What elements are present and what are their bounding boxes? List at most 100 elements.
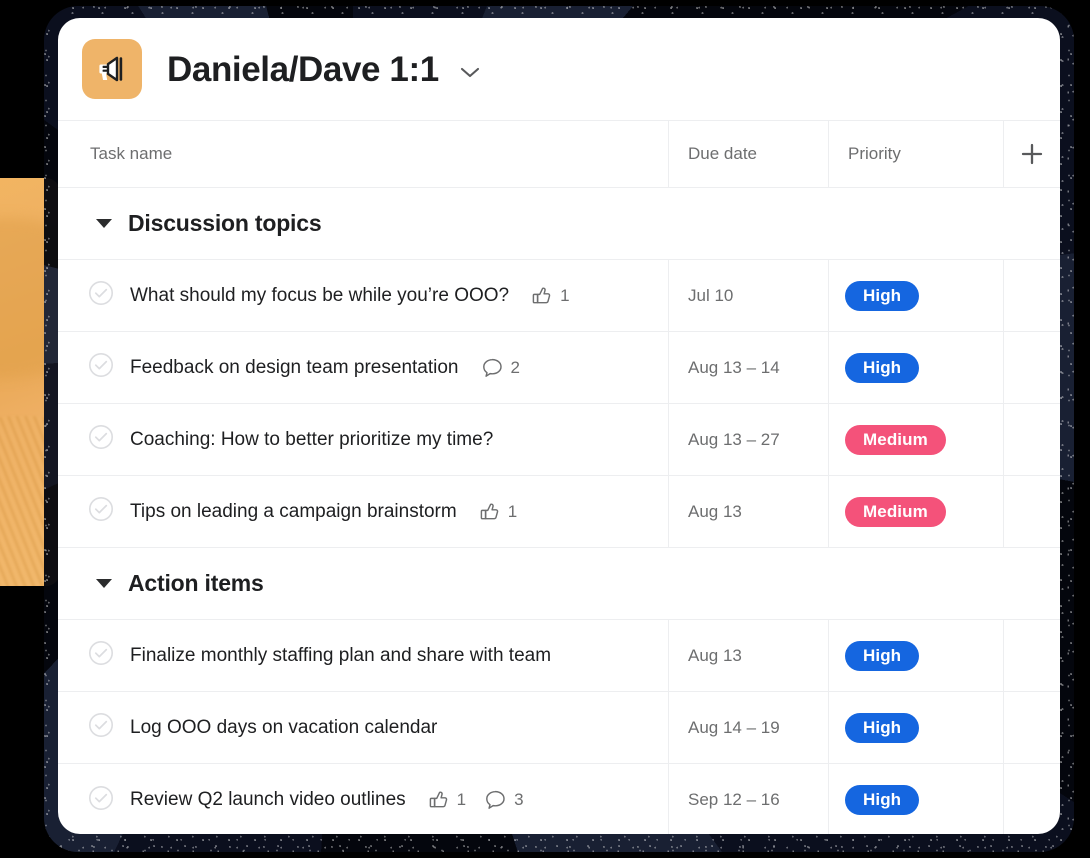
priority-badge[interactable]: High bbox=[845, 640, 920, 671]
section-header-row[interactable]: Action items bbox=[58, 548, 1060, 620]
column-header-task-name[interactable]: Task name bbox=[58, 144, 668, 164]
project-card: Daniela/Dave 1:1 Task name Due date Prio… bbox=[58, 18, 1060, 834]
task-complete-checkbox[interactable] bbox=[88, 712, 114, 743]
task-complete-checkbox[interactable] bbox=[88, 640, 114, 671]
check-circle-icon bbox=[89, 425, 113, 449]
priority-cell[interactable]: Medium bbox=[828, 476, 1003, 547]
priority-cell[interactable]: High bbox=[828, 260, 1003, 331]
row-end-cell bbox=[1003, 260, 1060, 331]
task-name-label: Log OOO days on vacation calendar bbox=[130, 716, 438, 738]
row-end-cell bbox=[1003, 404, 1060, 475]
priority-badge[interactable]: Medium bbox=[845, 496, 946, 527]
task-meta-group: 1 bbox=[531, 285, 570, 307]
task-name-label: What should my focus be while you’re OOO… bbox=[130, 284, 510, 306]
priority-badge[interactable]: High bbox=[845, 352, 920, 383]
task-name-cell[interactable]: Review Q2 launch video outlines 1 3 bbox=[58, 764, 668, 834]
table-header-row: Task name Due date Priority bbox=[58, 120, 1060, 188]
section-header-row[interactable]: Discussion topics bbox=[58, 188, 1060, 260]
comment-indicator[interactable]: 2 bbox=[481, 357, 520, 379]
task-complete-checkbox[interactable] bbox=[88, 280, 114, 311]
due-date-cell[interactable]: Aug 13 – 14 bbox=[668, 332, 828, 403]
task-meta-group: 2 bbox=[481, 357, 520, 379]
task-name-cell[interactable]: Coaching: How to better prioritize my ti… bbox=[58, 404, 668, 475]
thumbs-up-icon bbox=[429, 791, 447, 808]
section-title: Discussion topics bbox=[128, 210, 322, 236]
like-count: 1 bbox=[507, 501, 518, 521]
task-name-label: Tips on leading a campaign brainstorm bbox=[130, 500, 457, 522]
task-complete-checkbox[interactable] bbox=[88, 352, 114, 383]
page-title: Daniela/Dave 1:1 bbox=[167, 49, 439, 89]
table-row[interactable]: What should my focus be while you’re OOO… bbox=[58, 260, 1060, 332]
project-header: Daniela/Dave 1:1 bbox=[58, 18, 1060, 120]
check-circle-icon bbox=[89, 281, 113, 305]
column-header-task-name-label: Task name bbox=[90, 144, 173, 163]
comment-count: 3 bbox=[514, 790, 524, 809]
row-end-cell bbox=[1003, 764, 1060, 834]
task-name-cell[interactable]: What should my focus be while you’re OOO… bbox=[58, 260, 668, 331]
table-row[interactable]: Tips on leading a campaign brainstorm 1 Au… bbox=[58, 476, 1060, 548]
check-circle-icon bbox=[89, 713, 113, 737]
comment-icon bbox=[486, 790, 505, 809]
due-date-cell[interactable]: Jul 10 bbox=[668, 260, 828, 331]
table-body: Discussion topics What should my focus be… bbox=[58, 188, 1060, 834]
column-header-due-date-label: Due date bbox=[688, 144, 757, 163]
priority-cell[interactable]: High bbox=[828, 332, 1003, 403]
project-icon[interactable] bbox=[82, 39, 142, 99]
caret-down-icon[interactable] bbox=[96, 579, 112, 588]
due-date-cell[interactable]: Sep 12 – 16 bbox=[668, 764, 828, 834]
task-name-label: Coaching: How to better prioritize my ti… bbox=[130, 428, 494, 450]
priority-badge[interactable]: High bbox=[845, 785, 920, 815]
priority-cell[interactable]: High bbox=[828, 692, 1003, 763]
megaphone-icon bbox=[99, 56, 123, 82]
task-name-label: Feedback on design team presentation bbox=[130, 356, 459, 378]
like-count: 1 bbox=[560, 285, 570, 305]
task-name-cell[interactable]: Log OOO days on vacation calendar bbox=[58, 692, 668, 763]
comment-count: 2 bbox=[510, 357, 520, 377]
task-name-cell[interactable]: Feedback on design team presentation 2 bbox=[58, 332, 668, 403]
check-circle-icon bbox=[89, 785, 113, 810]
add-column-button[interactable] bbox=[1003, 121, 1060, 187]
task-name-cell[interactable]: Tips on leading a campaign brainstorm 1 bbox=[58, 476, 668, 547]
project-menu-button[interactable] bbox=[457, 59, 483, 85]
table-row[interactable]: Finalize monthly staffing plan and share… bbox=[58, 620, 1060, 692]
row-end-cell bbox=[1003, 620, 1060, 691]
task-meta-group: 13 bbox=[428, 789, 524, 811]
check-circle-icon bbox=[89, 497, 113, 521]
task-complete-checkbox[interactable] bbox=[88, 496, 114, 527]
priority-badge[interactable]: High bbox=[845, 280, 920, 311]
task-complete-checkbox[interactable] bbox=[88, 785, 114, 816]
project-title-group: Daniela/Dave 1:1 bbox=[167, 52, 483, 87]
like-indicator[interactable]: 1 bbox=[531, 285, 570, 307]
thumbs-up-icon bbox=[480, 503, 498, 519]
like-count: 1 bbox=[456, 790, 467, 809]
table-row[interactable]: Review Q2 launch video outlines 1 3 Sep 12 … bbox=[58, 764, 1060, 834]
comment-indicator[interactable]: 3 bbox=[484, 789, 524, 811]
task-table: Task name Due date Priority Discussion t… bbox=[58, 120, 1060, 834]
thumbs-up-icon bbox=[532, 287, 551, 303]
priority-cell[interactable]: High bbox=[828, 764, 1003, 834]
table-row[interactable]: Coaching: How to better prioritize my ti… bbox=[58, 404, 1060, 476]
priority-badge[interactable]: High bbox=[845, 712, 920, 743]
table-row[interactable]: Feedback on design team presentation 2 Aug… bbox=[58, 332, 1060, 404]
like-indicator[interactable]: 1 bbox=[479, 501, 517, 523]
check-circle-icon bbox=[89, 641, 113, 665]
priority-badge[interactable]: Medium bbox=[845, 424, 946, 455]
plus-icon bbox=[1021, 143, 1043, 165]
task-name-label: Review Q2 launch video outlines bbox=[130, 789, 406, 810]
task-complete-checkbox[interactable] bbox=[88, 424, 114, 455]
caret-down-icon[interactable] bbox=[96, 219, 112, 228]
comment-icon bbox=[482, 358, 502, 377]
due-date-cell[interactable]: Aug 13 bbox=[668, 476, 828, 547]
task-name-cell[interactable]: Finalize monthly staffing plan and share… bbox=[58, 620, 668, 691]
column-header-due-date[interactable]: Due date bbox=[668, 121, 828, 187]
due-date-cell[interactable]: Aug 13 – 27 bbox=[668, 404, 828, 475]
row-end-cell bbox=[1003, 692, 1060, 763]
like-indicator[interactable]: 1 bbox=[428, 789, 466, 811]
priority-cell[interactable]: High bbox=[828, 620, 1003, 691]
due-date-cell[interactable]: Aug 14 – 19 bbox=[668, 692, 828, 763]
column-header-priority[interactable]: Priority bbox=[828, 121, 1003, 187]
priority-cell[interactable]: Medium bbox=[828, 404, 1003, 475]
table-row[interactable]: Log OOO days on vacation calendar Aug 14 … bbox=[58, 692, 1060, 764]
due-date-cell[interactable]: Aug 13 bbox=[668, 620, 828, 691]
row-end-cell bbox=[1003, 332, 1060, 403]
